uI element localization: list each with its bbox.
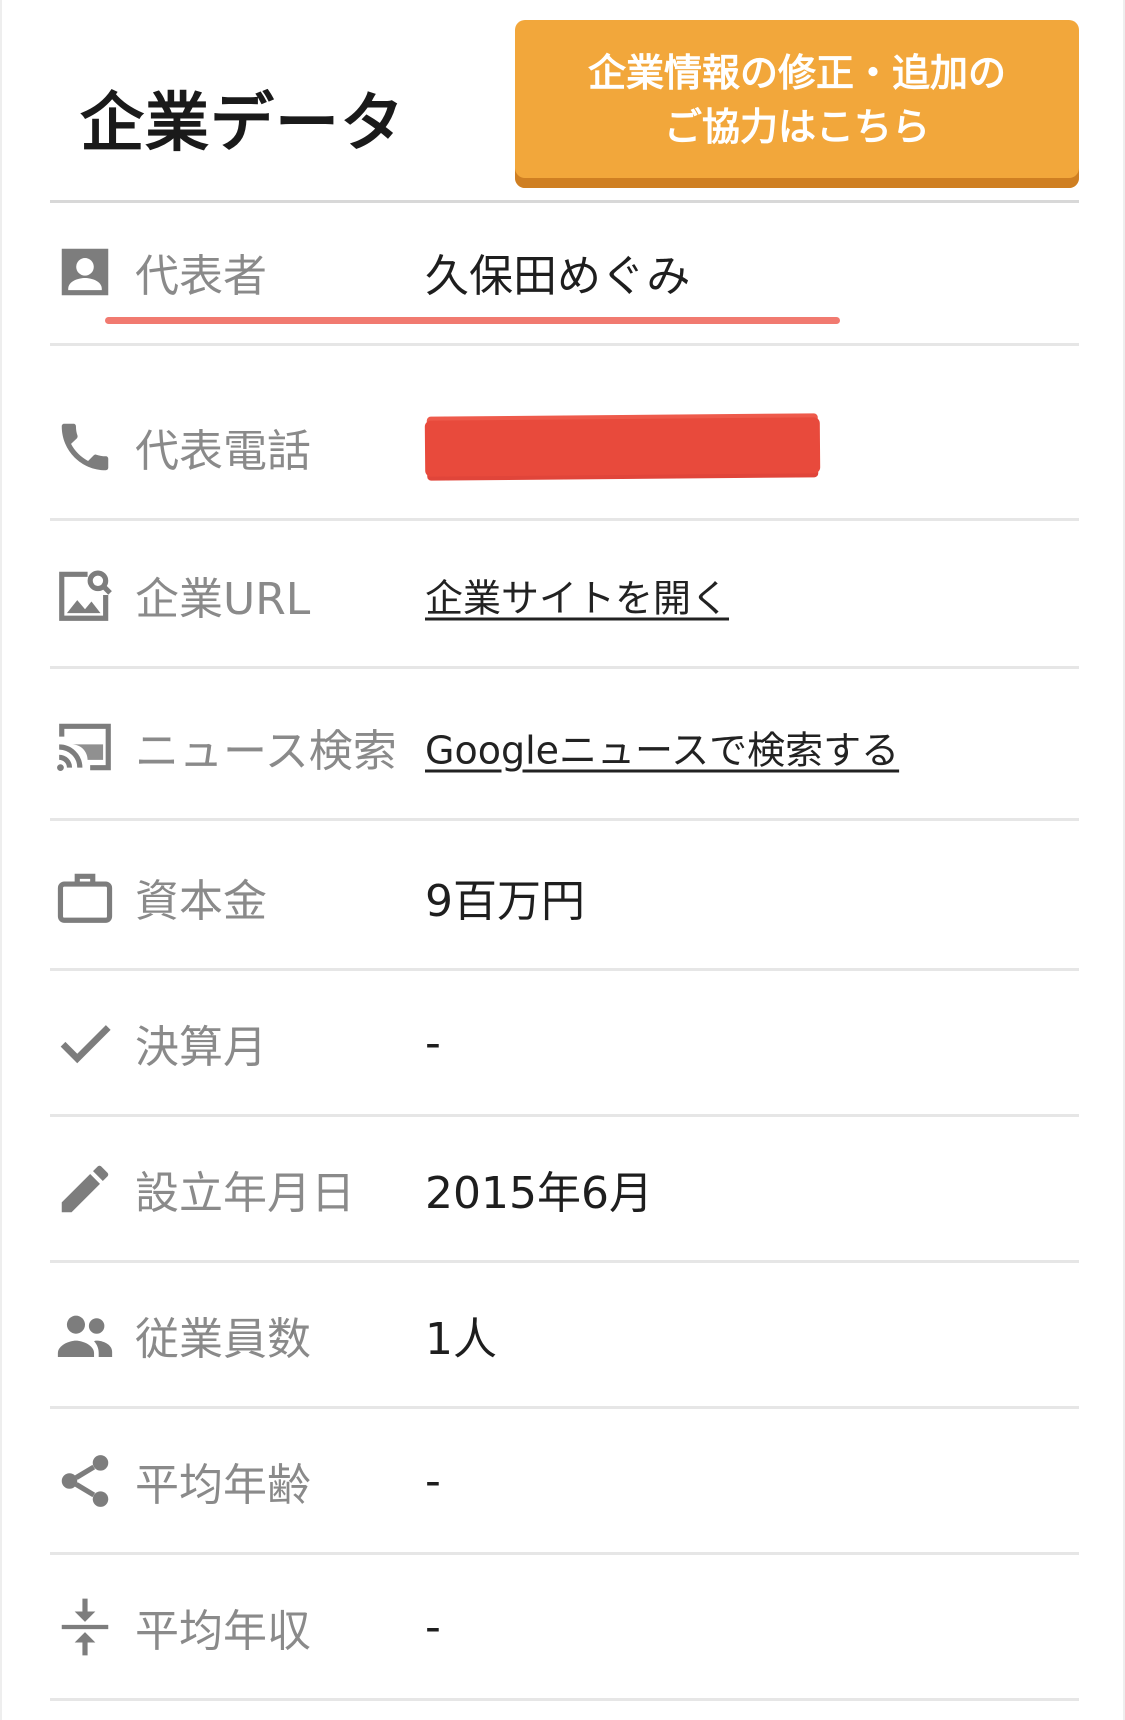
row-news-search: ニュース検索 Googleニュースで検索する xyxy=(50,675,1079,821)
row-representative: 代表者 久保田めぐみ xyxy=(50,200,1079,346)
row-label-employees: 従業員数 xyxy=(135,1313,311,1365)
row-value-employees: 1人 xyxy=(425,1313,497,1365)
person-card-icon xyxy=(54,241,116,303)
row-value-founded: 2015年6月 xyxy=(425,1167,653,1219)
row-label-average-salary: 平均年収 xyxy=(135,1605,311,1657)
company-data-page: 企業データ 企業情報の修正・追加の ご協力はこちら 代表者 久保田めぐみ 代表電… xyxy=(0,0,1125,1720)
cast-icon xyxy=(54,716,116,778)
page-title: 企業データ xyxy=(80,87,405,161)
row-average-salary: 平均年収 - xyxy=(50,1555,1079,1701)
compress-icon xyxy=(54,1596,116,1658)
suggest-edit-button-line1: 企業情報の修正・追加の xyxy=(587,51,1006,95)
row-label-news-search: ニュース検索 xyxy=(135,725,397,777)
row-employees: 従業員数 1人 xyxy=(50,1263,1079,1409)
share-icon xyxy=(54,1450,116,1512)
google-news-search-link[interactable]: Googleニュースで検索する xyxy=(425,719,899,774)
row-average-age: 平均年齢 - xyxy=(50,1409,1079,1555)
highlight-underline xyxy=(105,317,840,324)
row-value-representative: 久保田めぐみ xyxy=(425,250,691,302)
pencil-icon xyxy=(54,1158,116,1220)
redacted-phone xyxy=(424,416,821,477)
check-icon xyxy=(54,1012,116,1074)
suggest-edit-button[interactable]: 企業情報の修正・追加の ご協力はこちら xyxy=(515,20,1079,188)
row-value-average-salary: - xyxy=(425,1601,441,1652)
row-value-fiscal-month: - xyxy=(425,1017,441,1068)
row-label-representative: 代表者 xyxy=(135,250,267,302)
row-capital: 資本金 9百万円 xyxy=(50,825,1079,971)
row-company-url: 企業URL 企業サイトを開く xyxy=(50,523,1079,669)
row-value-average-age: - xyxy=(425,1455,441,1506)
row-label-phone: 代表電話 xyxy=(135,425,311,477)
row-label-fiscal-month: 決算月 xyxy=(135,1021,267,1073)
row-label-founded: 設立年月日 xyxy=(135,1167,355,1219)
row-phone: 代表電話 xyxy=(50,375,1079,521)
section-header: 企業データ 企業情報の修正・追加の ご協力はこちら xyxy=(50,0,1079,203)
row-fiscal-month: 決算月 - xyxy=(50,971,1079,1117)
row-label-capital: 資本金 xyxy=(135,875,267,927)
phone-icon xyxy=(54,416,116,478)
row-label-company-url: 企業URL xyxy=(135,573,311,625)
people-icon xyxy=(54,1304,116,1366)
briefcase-icon xyxy=(54,866,116,928)
row-founded: 設立年月日 2015年6月 xyxy=(50,1117,1079,1263)
image-search-icon xyxy=(54,564,116,626)
row-label-average-age: 平均年齢 xyxy=(135,1459,311,1511)
row-value-capital: 9百万円 xyxy=(425,875,585,927)
open-company-site-link[interactable]: 企業サイトを開く xyxy=(425,567,729,622)
suggest-edit-button-line2: ご協力はこちら xyxy=(663,105,930,149)
